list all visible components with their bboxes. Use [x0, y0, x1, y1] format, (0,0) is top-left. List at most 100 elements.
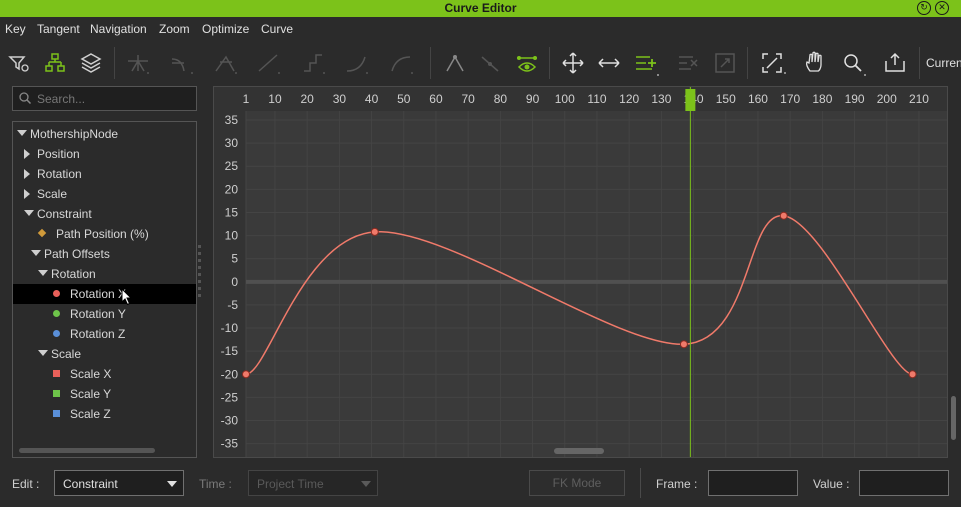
- tangent-step-icon[interactable]: [300, 49, 328, 77]
- tree-item-mothershipnode[interactable]: MothershipNode: [13, 124, 196, 144]
- edit-label: Edit :: [12, 477, 40, 491]
- tree-item-scale-y[interactable]: Scale Y: [13, 384, 196, 404]
- menu-zoom[interactable]: Zoom: [159, 22, 190, 36]
- refresh-icon[interactable]: ↻: [917, 1, 931, 15]
- keyframe-point[interactable]: [779, 211, 788, 220]
- keyframe-point[interactable]: [370, 227, 379, 236]
- x-tick-label: 10: [268, 92, 282, 106]
- value-label: Value :: [813, 477, 850, 491]
- expand-arrow-icon[interactable]: [17, 130, 27, 136]
- keyframe-point[interactable]: [242, 370, 250, 379]
- curve-graph-canvas[interactable]: 1102030405060708090100110120130140150160…: [214, 87, 948, 458]
- edit-dropdown[interactable]: Constraint: [54, 470, 184, 496]
- graph-horizontal-scrollbar[interactable]: [554, 448, 604, 454]
- tree-item-constraint[interactable]: Constraint: [13, 204, 196, 224]
- timeline-ruler[interactable]: [214, 87, 948, 111]
- frame-input[interactable]: [708, 470, 798, 496]
- tree-item-label: Path Offsets: [44, 247, 110, 261]
- menu-bar: Key Tangent Navigation Zoom Optimize Cur…: [0, 17, 961, 41]
- y-tick-label: -30: [221, 414, 239, 428]
- tree-item-rotation-y[interactable]: Rotation Y: [13, 304, 196, 324]
- tree-item-scale-z[interactable]: Scale Z: [13, 404, 196, 424]
- x-tick-label: 1: [243, 92, 250, 106]
- green-channel-square-icon: [53, 390, 60, 397]
- tree-item-rotation-x[interactable]: Rotation X: [13, 284, 196, 306]
- menu-navigation[interactable]: Navigation: [90, 22, 147, 36]
- normalize-icon[interactable]: [711, 49, 739, 77]
- collapse-arrow-icon[interactable]: [24, 169, 30, 179]
- tangent-ease-in-icon[interactable]: [343, 49, 371, 77]
- tree-item-position[interactable]: Position: [13, 144, 196, 164]
- tree-item-path-position[interactable]: Path Position (%): [13, 224, 196, 244]
- tangent-smooth-icon[interactable]: [168, 49, 196, 77]
- add-key-icon[interactable]: [632, 49, 660, 77]
- value-input[interactable]: [859, 470, 949, 496]
- x-tick-label: 180: [812, 92, 832, 106]
- hierarchy-icon[interactable]: [41, 49, 69, 77]
- x-tick-label: 80: [494, 92, 508, 106]
- x-tick-label: 30: [333, 92, 347, 106]
- expand-arrow-icon[interactable]: [38, 350, 48, 356]
- zoom-icon[interactable]: [839, 49, 867, 77]
- menu-tangent[interactable]: Tangent: [37, 22, 80, 36]
- rotation-x-curve[interactable]: [245, 214, 913, 376]
- keyframe-point[interactable]: [679, 340, 688, 349]
- x-tick-label: 150: [716, 92, 736, 106]
- tree-horizontal-scrollbar[interactable]: [19, 448, 155, 453]
- menu-optimize[interactable]: Optimize: [202, 22, 249, 36]
- graph-vertical-scrollbar[interactable]: [951, 396, 956, 440]
- pan-hand-icon[interactable]: [801, 49, 829, 77]
- menu-curve[interactable]: Curve: [261, 22, 293, 36]
- tangent-linear-icon[interactable]: [255, 49, 283, 77]
- y-tick-label: -25: [221, 390, 239, 404]
- filter-select-icon[interactable]: [5, 49, 33, 77]
- collapse-arrow-icon[interactable]: [24, 149, 30, 159]
- layers-icon[interactable]: [77, 49, 105, 77]
- panel-splitter-handle[interactable]: [198, 245, 201, 301]
- edit-dropdown-value: Constraint: [63, 477, 118, 491]
- collapse-arrow-icon[interactable]: [24, 189, 30, 199]
- export-icon[interactable]: [881, 49, 909, 77]
- y-tick-label: 35: [225, 113, 239, 127]
- tangent-break-icon[interactable]: [212, 49, 240, 77]
- tangent-auto-icon[interactable]: [124, 49, 152, 77]
- x-tick-label: 20: [301, 92, 315, 106]
- expand-arrow-icon[interactable]: [31, 250, 41, 256]
- tree-item-label: Rotation X: [70, 287, 127, 301]
- menu-key[interactable]: Key: [5, 22, 26, 36]
- expand-arrow-icon[interactable]: [38, 270, 48, 276]
- move-icon[interactable]: [559, 49, 587, 77]
- search-box[interactable]: Search...: [12, 86, 197, 111]
- tree-item-label: MothershipNode: [30, 127, 119, 141]
- tangent-ease-out-icon[interactable]: [388, 49, 416, 77]
- close-icon[interactable]: ✕: [935, 1, 949, 15]
- x-tick-label: 50: [397, 92, 411, 106]
- tree-item-scale[interactable]: Scale: [13, 184, 196, 204]
- tree-item-offset-scale[interactable]: Scale: [13, 344, 196, 364]
- keyframe-point[interactable]: [908, 370, 917, 379]
- tree-item-rotation[interactable]: Rotation: [13, 164, 196, 184]
- y-tick-label: 30: [225, 136, 239, 150]
- expand-arrow-icon[interactable]: [24, 210, 34, 216]
- key-diamond-icon: [37, 228, 47, 238]
- y-tick-label: 15: [225, 205, 239, 219]
- curve-graph[interactable]: 1102030405060708090100110120130140150160…: [213, 86, 948, 458]
- delete-key-icon[interactable]: [675, 49, 703, 77]
- tree-item-label: Rotation Z: [70, 327, 126, 341]
- x-tick-label: 120: [619, 92, 639, 106]
- frame-all-icon[interactable]: [758, 49, 786, 77]
- fk-mode-button[interactable]: FK Mode: [529, 470, 625, 496]
- tangent-peak-icon[interactable]: [441, 49, 469, 77]
- scale-horizontal-icon[interactable]: [595, 49, 623, 77]
- time-dropdown[interactable]: Project Time: [248, 470, 378, 496]
- tree-item-rotation-z[interactable]: Rotation Z: [13, 324, 196, 344]
- y-tick-label: -35: [221, 437, 239, 451]
- tree-item-label: Scale Y: [70, 387, 112, 401]
- tree-item-offset-rotation[interactable]: Rotation: [13, 264, 196, 284]
- y-tick-label: 20: [225, 182, 239, 196]
- tangent-flat-icon[interactable]: [476, 49, 504, 77]
- view-tangent-icon[interactable]: [513, 49, 541, 77]
- current-frame-handle[interactable]: [685, 89, 696, 111]
- tree-item-path-offsets[interactable]: Path Offsets: [13, 244, 196, 264]
- tree-item-scale-x[interactable]: Scale X: [13, 364, 196, 384]
